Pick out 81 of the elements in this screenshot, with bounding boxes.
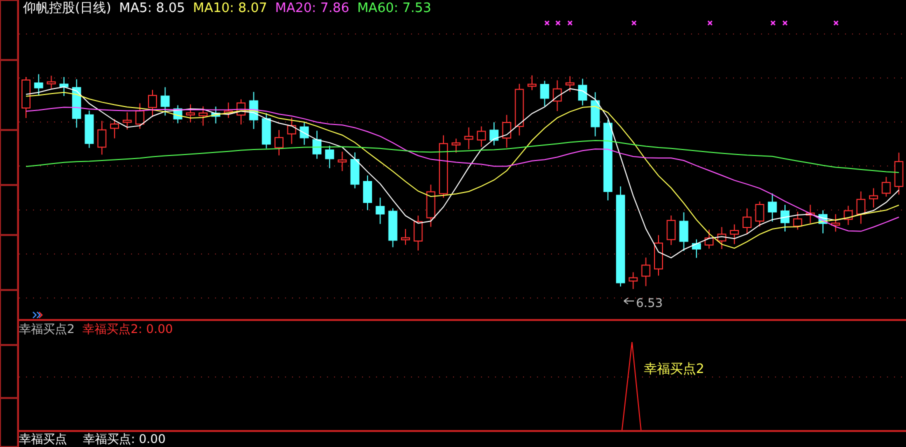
moving-average-value: MA10: 8.07 (193, 0, 268, 18)
candlestick (173, 104, 182, 124)
indicator-value: 幸福买点2: 0.00 (82, 321, 173, 337)
candlestick (198, 106, 208, 126)
candlestick (528, 74, 536, 91)
candlestick (97, 120, 106, 156)
candlestick (84, 110, 94, 148)
low-price-label: 6.53 (636, 296, 663, 310)
candlestick (780, 204, 790, 232)
candlestick (692, 238, 701, 258)
candlestick (438, 134, 448, 198)
panel-title: 幸福买点2 (19, 321, 75, 337)
candlestick (363, 174, 372, 211)
candlestick (856, 190, 866, 224)
candlestick (401, 228, 410, 246)
candlestick (514, 83, 524, 136)
candlestick (350, 152, 360, 189)
candlestick (148, 89, 157, 118)
candlestick (869, 188, 878, 208)
candlestick (426, 184, 436, 228)
candlestick (717, 226, 726, 250)
candlestick (768, 192, 777, 222)
indicator-value: 幸福买点: 0.00 (83, 432, 166, 447)
moving-average-value: MA5: 8.05 (119, 0, 185, 18)
candlestick (704, 229, 714, 250)
candlestick (22, 76, 30, 118)
candlestick (654, 234, 663, 276)
panel-title: 幸福买点 (19, 432, 67, 447)
candlestick (882, 176, 891, 198)
pointer-arrow-icon (624, 298, 634, 304)
candlestick (388, 208, 398, 248)
candlestick (679, 212, 688, 252)
candlestick (755, 200, 764, 228)
candlestick (476, 126, 486, 148)
candlestick (742, 208, 752, 235)
candlestick (110, 118, 120, 139)
candlestick (730, 224, 739, 245)
stock-title: 仰帆控股(日线) (23, 0, 112, 18)
candlestick (236, 98, 246, 125)
candlestick (376, 197, 385, 224)
candlestick (211, 106, 220, 124)
candlestick (34, 74, 44, 96)
candlestick (490, 122, 499, 146)
candlestick (628, 272, 638, 290)
moving-average-value: MA60: 7.53 (357, 0, 432, 18)
candlestick (552, 80, 562, 112)
candlestick (464, 126, 474, 150)
candlestick (262, 112, 271, 149)
candlestick (160, 86, 170, 116)
signal-label: 幸福买点2 (644, 362, 704, 377)
candlestick (249, 91, 258, 130)
candlestick (894, 152, 904, 196)
moving-average-value: MA20: 7.86 (275, 0, 350, 18)
candlestick (135, 102, 144, 130)
candlestick (300, 122, 309, 146)
candlestick (338, 151, 347, 172)
candlestick (502, 114, 512, 148)
candlestick (831, 214, 840, 232)
arrow-icon (32, 311, 43, 319)
candlestick (186, 104, 195, 123)
candlestick (818, 210, 828, 234)
candlestick (122, 112, 132, 130)
candlestick (793, 211, 802, 230)
candlestick (540, 80, 550, 107)
candlestick (590, 92, 600, 137)
candlestick (312, 130, 322, 160)
candlestick (325, 145, 334, 169)
candlestick (641, 257, 650, 287)
candlestick (274, 130, 284, 156)
candlestick (287, 117, 296, 144)
candlestick (578, 78, 588, 106)
candlestick (59, 76, 68, 97)
candlestick (844, 205, 853, 226)
candlestick (46, 75, 56, 89)
candlestick (72, 78, 82, 128)
candlestick (565, 76, 574, 92)
candlestick (224, 102, 233, 118)
candlestick (452, 138, 461, 154)
candlestick (806, 204, 815, 224)
candlestick (414, 215, 423, 252)
candlestick (666, 215, 676, 246)
